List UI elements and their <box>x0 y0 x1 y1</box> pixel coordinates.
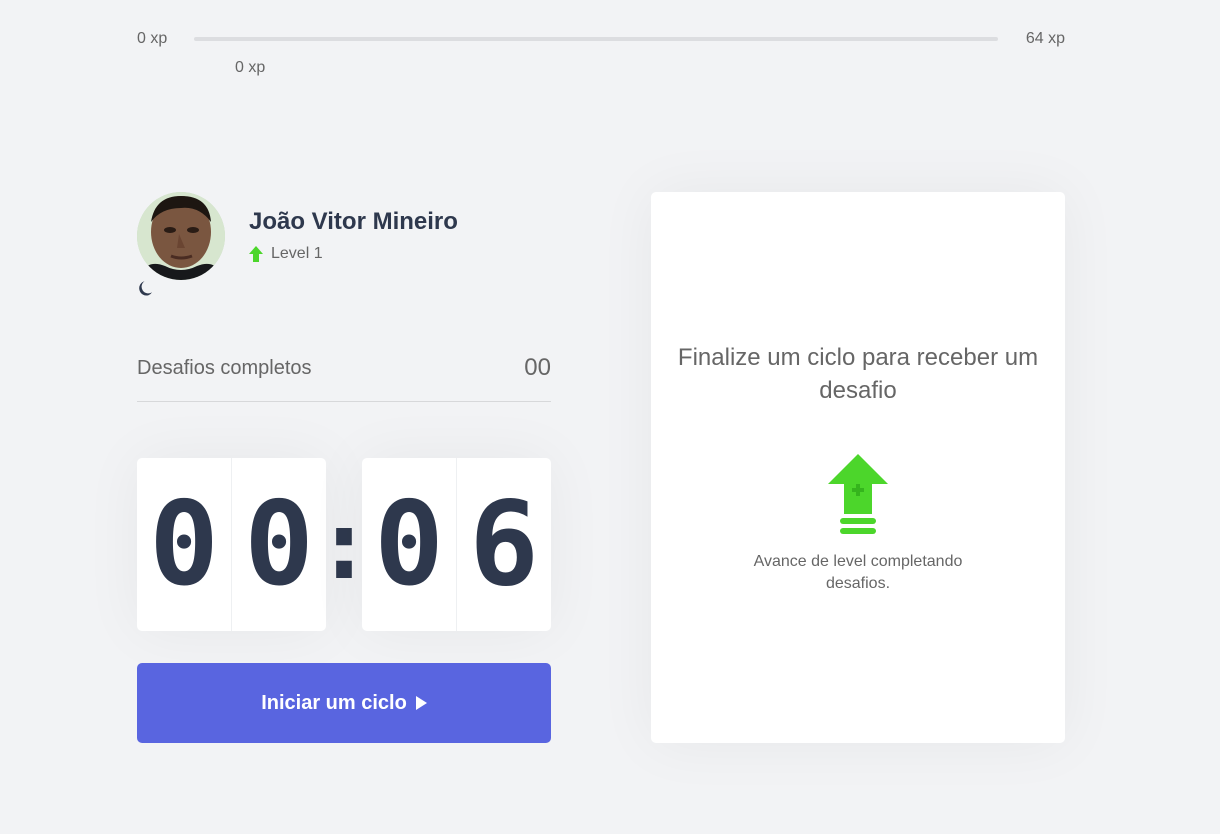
challenge-title: Finalize um ciclo para receber um desafi… <box>677 344 1039 404</box>
moon-icon[interactable] <box>137 279 155 297</box>
avatar <box>137 192 225 280</box>
left-column: João Vitor Mineiro Level 1 Desafios comp… <box>137 192 551 743</box>
challenge-box: Finalize um ciclo para receber um desafi… <box>651 192 1065 743</box>
completed-challenges-count: 00 <box>524 354 551 381</box>
minute-tens-digit: 0 <box>137 458 232 631</box>
countdown-timer: 0 0 : 0 6 <box>137 458 551 631</box>
experience-bar: 0 xp 0 xp 64 xp <box>137 28 1065 76</box>
minute-ones-digit: 0 <box>244 476 314 612</box>
completed-challenges: Desafios completos 00 <box>137 352 551 402</box>
countdown-seconds: 0 6 <box>362 458 551 631</box>
level-up-arrow-icon <box>249 246 263 262</box>
profile: João Vitor Mineiro Level 1 <box>137 192 551 302</box>
level-label: Level 1 <box>271 245 323 262</box>
second-ones-digit: 6 <box>469 476 539 612</box>
xp-progress-track: 0 xp <box>194 37 998 76</box>
xp-max-label: 64 xp <box>1025 30 1065 47</box>
second-tens-digit: 0 <box>362 458 457 631</box>
countdown-separator: : <box>315 488 373 601</box>
completed-challenges-label: Desafios completos <box>137 357 312 379</box>
level-up-icon <box>828 454 888 534</box>
xp-min-label: 0 xp <box>137 30 168 47</box>
countdown-minutes: 0 0 <box>137 458 326 631</box>
profile-name: João Vitor Mineiro <box>249 208 458 235</box>
xp-current-label: 0 xp <box>235 59 266 76</box>
avatar-image <box>137 192 225 280</box>
start-cycle-label: Iniciar um ciclo <box>261 691 407 714</box>
challenge-hint: Avance de level completando desafios. <box>753 553 963 592</box>
start-cycle-button[interactable]: Iniciar um ciclo <box>137 663 551 743</box>
play-icon <box>415 696 427 710</box>
level-indicator: Level 1 <box>249 245 323 263</box>
